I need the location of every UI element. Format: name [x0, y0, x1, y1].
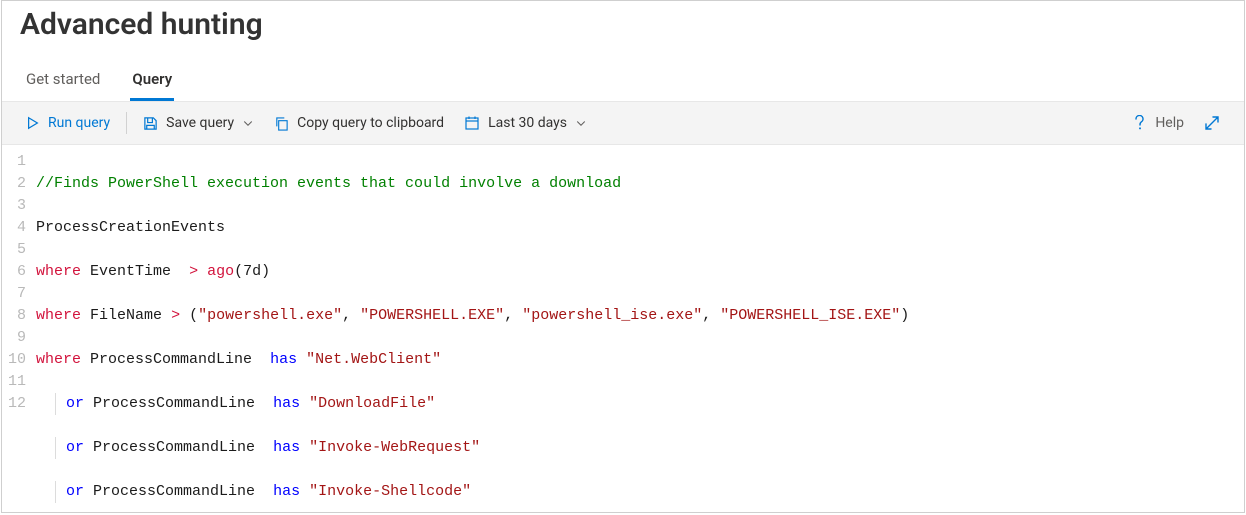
indent-guide	[36, 437, 56, 459]
play-icon	[26, 116, 40, 130]
code-token: ProcessCommandLine	[93, 395, 255, 412]
expand-button[interactable]	[1194, 102, 1230, 144]
line-number: 2	[2, 173, 26, 195]
code-keyword: where	[36, 263, 81, 280]
code-token: ,	[504, 307, 522, 324]
code-operator: >	[171, 307, 180, 324]
separator	[126, 112, 127, 134]
code-token: (	[189, 307, 198, 324]
code-token: FileName	[90, 307, 162, 324]
line-number: 3	[2, 195, 26, 217]
code-token: )	[261, 263, 270, 280]
expand-icon	[1204, 115, 1220, 131]
code-operator: has	[273, 395, 300, 412]
code-operator: or	[66, 439, 84, 456]
line-number: 11	[2, 371, 26, 393]
copy-query-label: Copy query to clipboard	[297, 115, 444, 131]
line-number: 12	[2, 393, 26, 415]
code-token: ,	[702, 307, 720, 324]
save-icon	[143, 116, 158, 131]
code-string: "Invoke-Shellcode"	[309, 483, 471, 500]
tab-get-started[interactable]: Get started	[24, 64, 102, 101]
run-query-label: Run query	[48, 115, 110, 131]
code-string: "powershell_ise.exe"	[522, 307, 702, 324]
line-number: 4	[2, 217, 26, 239]
code-operator: has	[273, 439, 300, 456]
chevron-down-icon	[575, 117, 587, 129]
code-operator: or	[66, 483, 84, 500]
line-number: 1	[2, 151, 26, 173]
line-number: 8	[2, 305, 26, 327]
tab-bar: Get started Query	[20, 64, 1226, 101]
code-string: "DownloadFile"	[309, 395, 435, 412]
line-number: 7	[2, 283, 26, 305]
code-token: ProcessCommandLine	[93, 439, 255, 456]
code-token: ProcessCommandLine	[90, 351, 252, 368]
code-token: 7d	[243, 263, 261, 280]
app-frame: Advanced hunting Get started Query Run q…	[1, 0, 1245, 513]
line-gutter: 1 2 3 4 5 6 7 8 9 10 11 12	[2, 151, 36, 513]
indent-guide	[36, 393, 56, 415]
calendar-icon	[464, 115, 480, 131]
save-query-label: Save query	[166, 115, 234, 131]
code-string: "Net.WebClient"	[306, 351, 441, 368]
line-number: 5	[2, 239, 26, 261]
code-string: "POWERSHELL_ISE.EXE"	[720, 307, 900, 324]
tab-query[interactable]: Query	[130, 64, 174, 101]
page-title: Advanced hunting	[20, 7, 1226, 42]
code-token: )	[900, 307, 909, 324]
help-label: Help	[1155, 115, 1184, 131]
code-keyword: where	[36, 307, 81, 324]
page-header: Advanced hunting Get started Query	[2, 1, 1244, 101]
code-operator: has	[270, 351, 297, 368]
code-token: (	[234, 263, 243, 280]
code-token: ,	[342, 307, 360, 324]
code-area[interactable]: //Finds PowerShell execution events that…	[36, 151, 909, 513]
indent-guide	[36, 481, 56, 503]
code-operator: or	[66, 395, 84, 412]
code-token: ProcessCreationEvents	[36, 219, 225, 236]
code-string: "powershell.exe"	[198, 307, 342, 324]
code-string: "POWERSHELL.EXE"	[360, 307, 504, 324]
code-token: ProcessCommandLine	[93, 483, 255, 500]
copy-icon	[274, 116, 289, 131]
date-range-label: Last 30 days	[488, 115, 567, 131]
code-operator: > ago	[189, 263, 234, 280]
help-button[interactable]: Help	[1123, 102, 1194, 144]
query-editor[interactable]: 1 2 3 4 5 6 7 8 9 10 11 12 //Finds Power…	[2, 145, 1244, 513]
save-query-button[interactable]: Save query	[133, 102, 264, 144]
line-number: 6	[2, 261, 26, 283]
date-range-picker[interactable]: Last 30 days	[454, 102, 597, 144]
code-comment: //Finds PowerShell execution events that…	[36, 175, 621, 192]
code-operator: has	[273, 483, 300, 500]
copy-query-button[interactable]: Copy query to clipboard	[264, 102, 454, 144]
run-query-button[interactable]: Run query	[16, 102, 120, 144]
question-icon	[1133, 115, 1147, 131]
code-keyword: where	[36, 351, 81, 368]
chevron-down-icon	[242, 117, 254, 129]
code-string: "Invoke-WebRequest"	[309, 439, 480, 456]
line-number: 10	[2, 349, 26, 371]
code-token: EventTime	[90, 263, 171, 280]
line-number: 9	[2, 327, 26, 349]
toolbar: Run query Save query Copy query to clipb…	[2, 101, 1244, 145]
